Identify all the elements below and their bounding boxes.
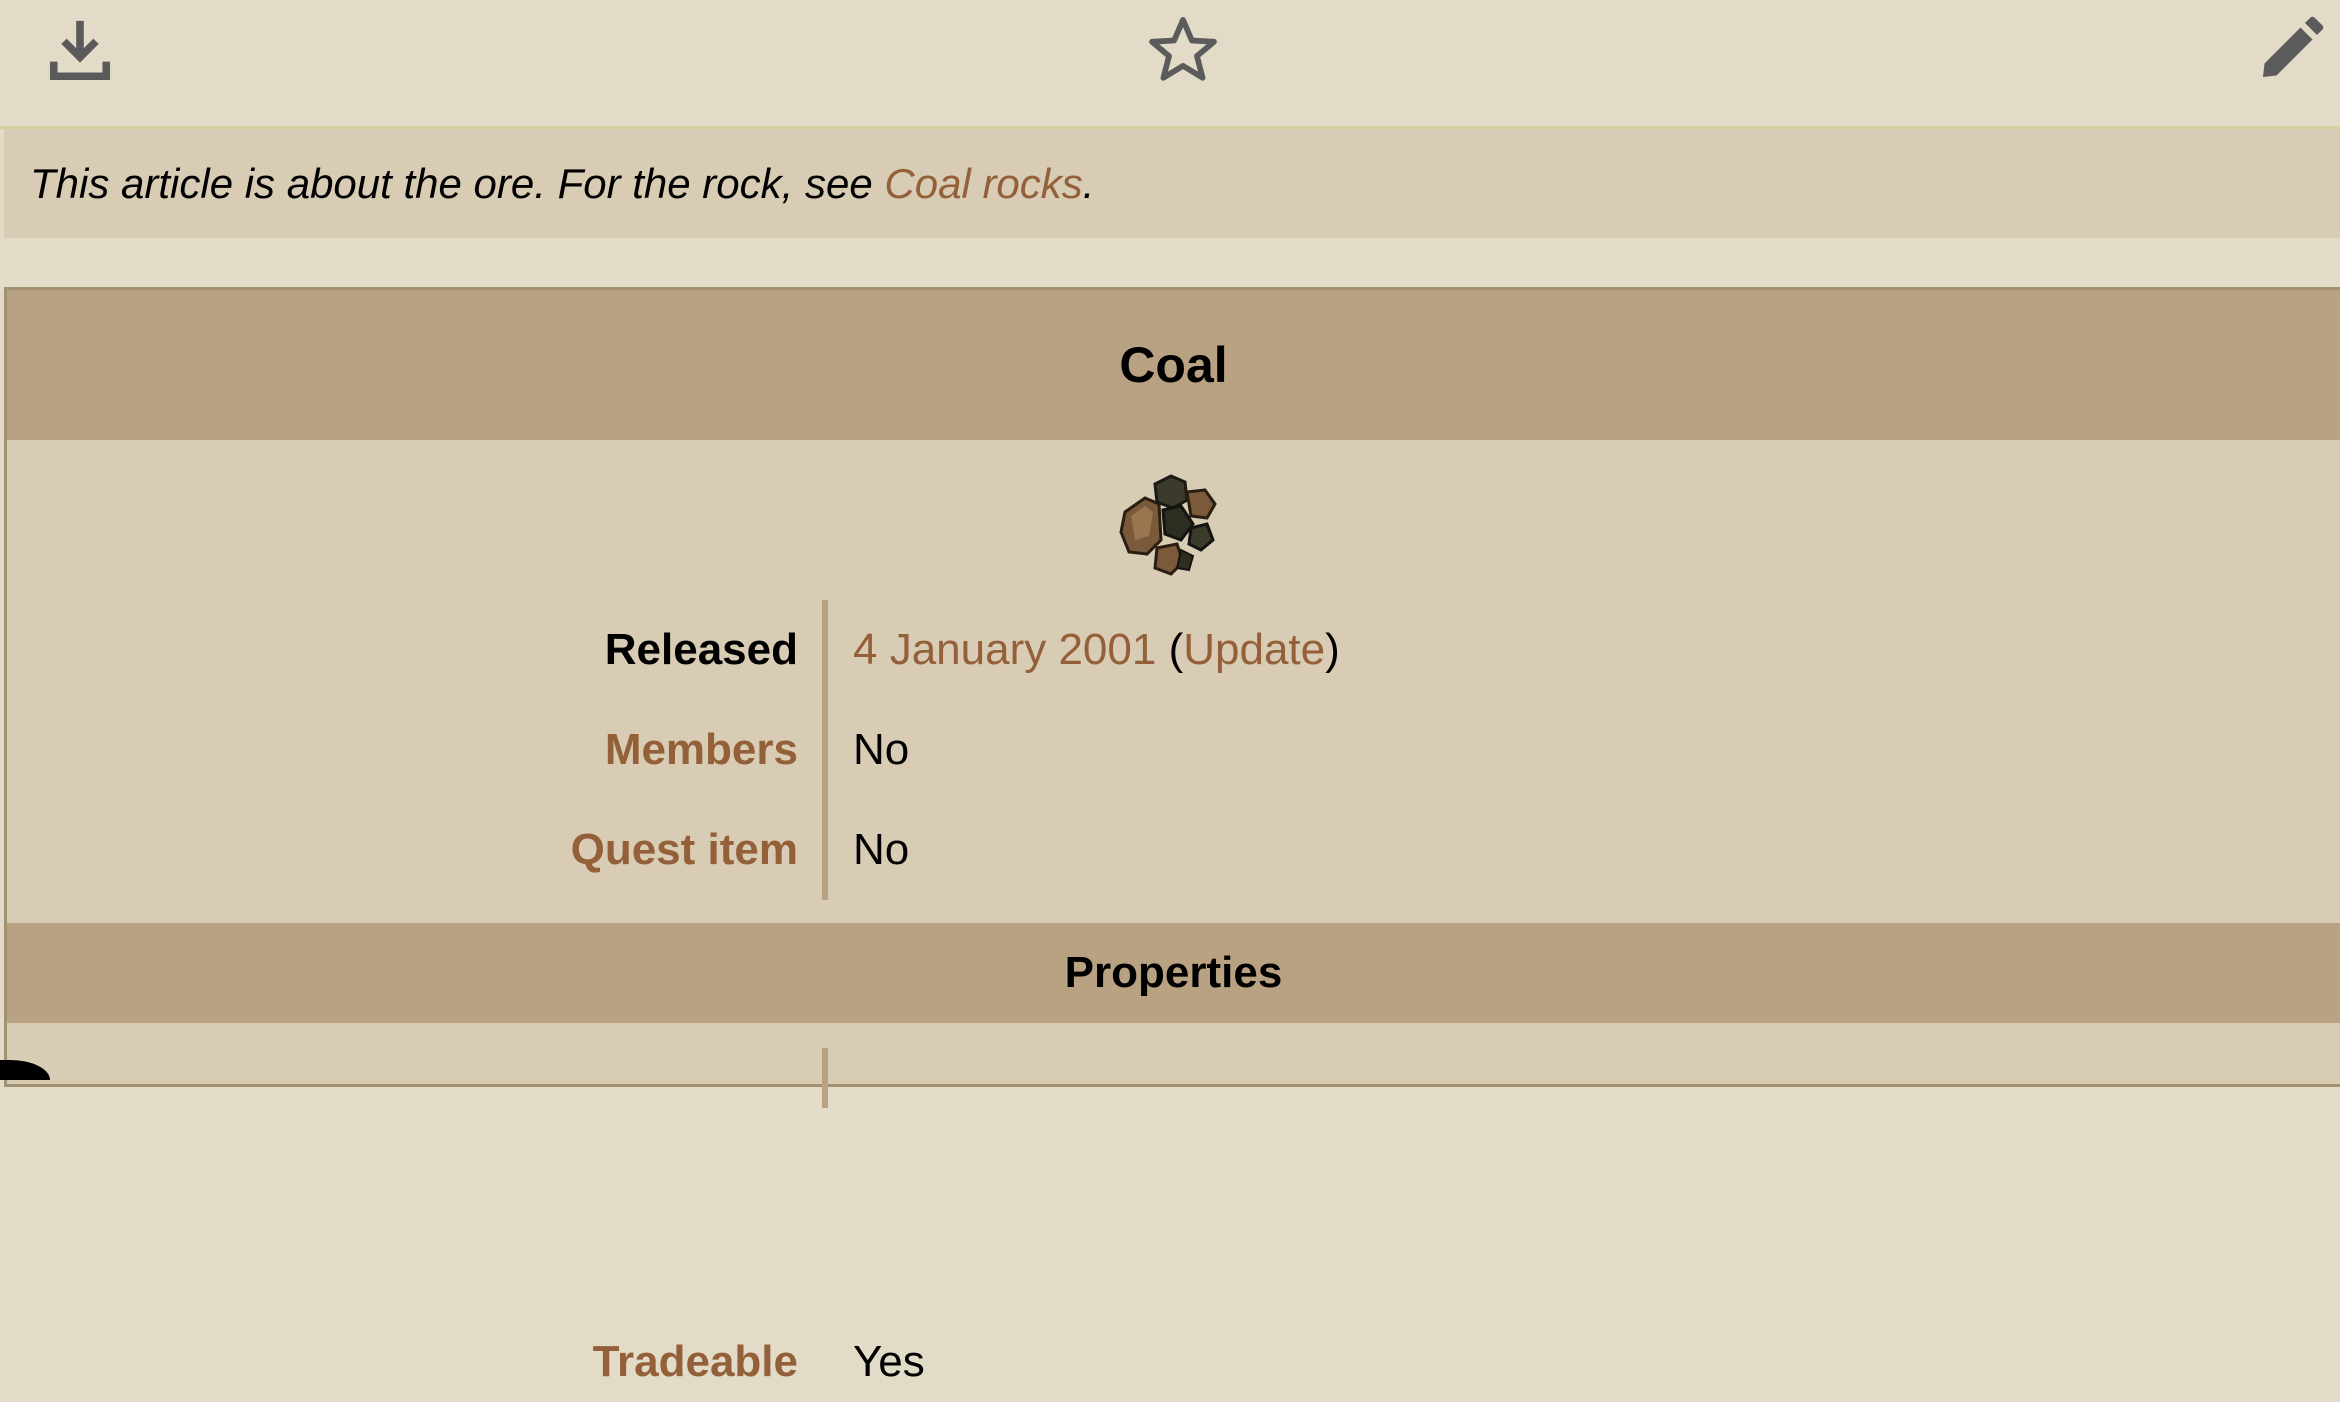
infobox: Coal Released 4 January 2001 (Update) Me… (4, 287, 2340, 1386)
quest-item-value: No (853, 825, 910, 874)
members-value: No (853, 725, 910, 774)
row-quest-item: Quest item No (7, 810, 2340, 890)
download-button[interactable] (30, 0, 130, 100)
paren-open: ( (1156, 625, 1184, 674)
paren-close: ) (1325, 625, 1340, 674)
edit-button[interactable] (2240, 0, 2340, 100)
release-date-link[interactable]: 4 January 2001 (853, 625, 1156, 675)
download-icon (49, 20, 111, 81)
update-link[interactable]: Update (1183, 625, 1325, 675)
properties-section-header: Properties (7, 923, 2340, 1023)
top-toolbar (0, 0, 2340, 129)
row-members: Members No (7, 710, 2340, 790)
hatnote-suffix: . (1082, 159, 1095, 207)
watch-star-button[interactable] (1133, 0, 1233, 100)
star-outline-icon (1149, 17, 1217, 81)
pencil-icon (2263, 16, 2324, 77)
released-value: 4 January 2001 (Update) (853, 610, 1340, 690)
infobox-title: Coal (7, 290, 2340, 440)
quest-item-label-link[interactable]: Quest item (571, 810, 798, 890)
row-released: Released 4 January 2001 (Update) (7, 610, 2340, 690)
tradeable-value: Yes (853, 1337, 925, 1386)
row-tradeable: Tradeable Yes (7, 1322, 2340, 1402)
hatnote: This article is about the ore. For the r… (4, 129, 2340, 238)
infobox-divider-properties (822, 1048, 828, 1108)
released-label: Released (604, 625, 798, 674)
coal-rocks-link[interactable]: Coal rocks (884, 160, 1082, 208)
hatnote-text: This article is about the ore. For the r… (30, 159, 885, 207)
coal-ore-icon (1115, 470, 1235, 580)
members-label-link[interactable]: Members (605, 710, 798, 790)
tradeable-label-link[interactable]: Tradeable (593, 1322, 798, 1402)
